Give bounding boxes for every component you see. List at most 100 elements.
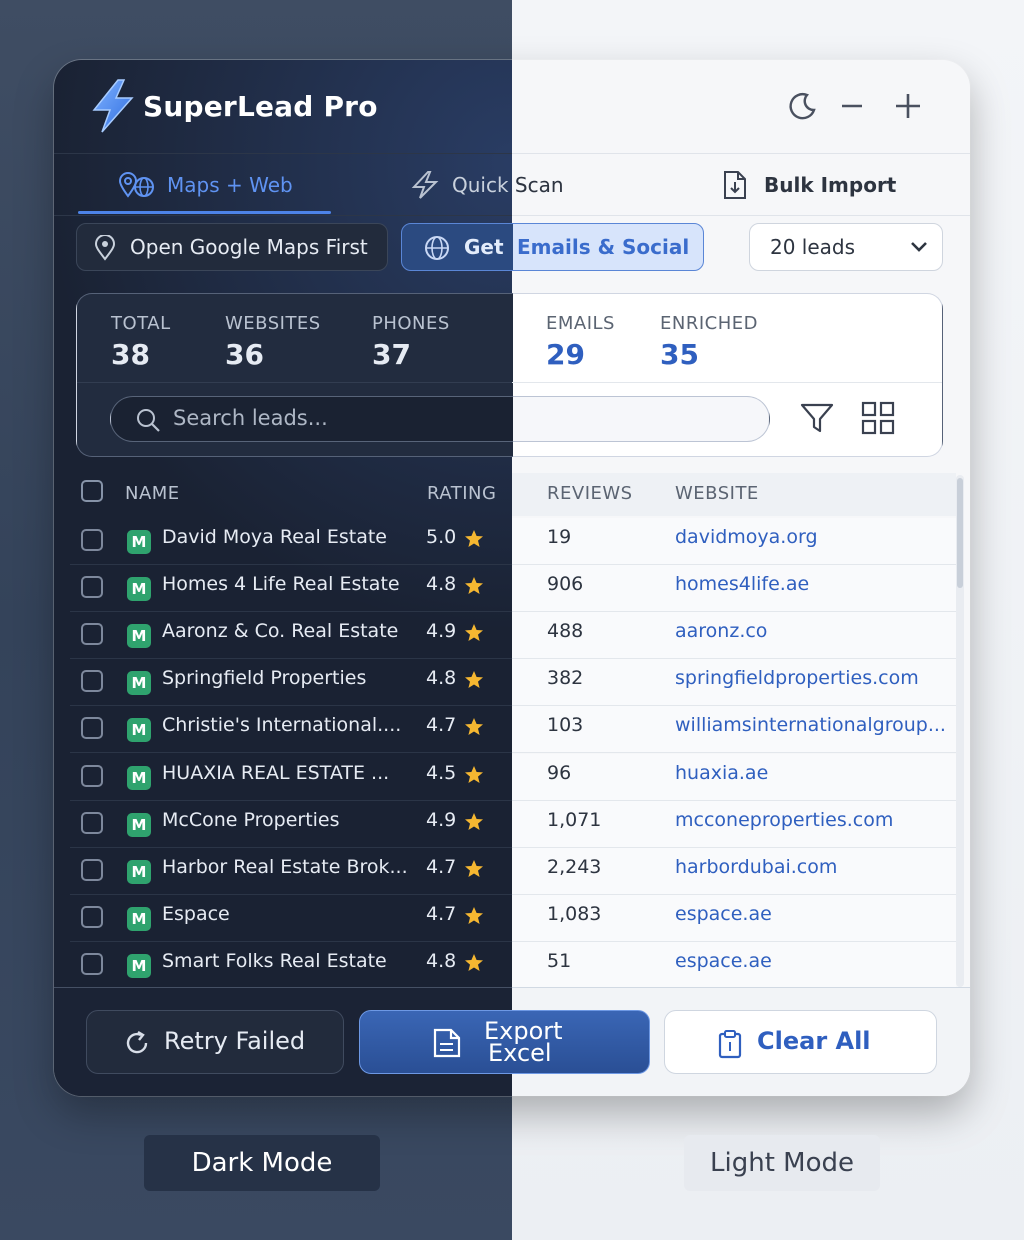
row-checkbox[interactable]	[81, 529, 103, 551]
export-file-icon	[433, 1028, 461, 1058]
minimize-icon[interactable]	[836, 90, 868, 122]
export-excel-button[interactable]: Export Excel	[359, 1010, 650, 1074]
row-name: Espace	[162, 903, 230, 925]
get-emails-label-dark: Get	[464, 235, 504, 259]
grid-view-icon[interactable]	[860, 400, 896, 436]
get-emails-label: Emails & Social	[517, 235, 690, 259]
row-rating: 4.7	[426, 714, 457, 736]
dark-mode-label: Dark Mode	[144, 1135, 380, 1191]
row-checkbox[interactable]	[81, 859, 103, 881]
retry-failed-button[interactable]: Retry Failed	[86, 1010, 344, 1074]
row-reviews: 51	[547, 950, 572, 972]
moon-icon[interactable]	[787, 90, 819, 122]
lightning-icon	[411, 171, 439, 199]
row-rating: 4.8	[426, 573, 457, 595]
row-divider	[70, 658, 512, 659]
row-website-link[interactable]: espace.ae	[675, 950, 772, 972]
row-rating: 4.7	[426, 856, 457, 878]
filter-icon[interactable]	[799, 400, 835, 436]
row-reviews: 906	[547, 573, 584, 595]
row-checkbox[interactable]	[81, 953, 103, 975]
stat-enriched-label: ENRICHED	[660, 313, 758, 334]
leads-count-select[interactable]: 20 leads	[749, 223, 943, 271]
row-checkbox[interactable]	[81, 906, 103, 928]
row-divider	[70, 752, 512, 753]
app-title: SuperLead Pro	[143, 90, 378, 123]
row-rating: 4.8	[426, 667, 457, 689]
maps-source-badge: M	[127, 907, 151, 931]
clipboard-icon	[718, 1030, 742, 1059]
star-icon	[465, 813, 483, 830]
refresh-icon	[126, 1030, 148, 1054]
row-checkbox[interactable]	[81, 623, 103, 645]
star-icon	[465, 624, 483, 641]
export-excel-label-line2: Excel	[488, 1039, 552, 1067]
tab-quick-scan-light-label: Quick Scan	[512, 173, 564, 197]
pin-icon[interactable]	[892, 90, 924, 122]
tab-bulk-import[interactable]: Bulk Import	[764, 173, 896, 197]
row-reviews: 1,071	[547, 809, 602, 831]
clear-all-label: Clear All	[757, 1027, 871, 1055]
search-placeholder: Search leads...	[173, 406, 328, 430]
row-name: Christie's International....	[162, 714, 402, 736]
row-rating: 4.9	[426, 809, 457, 831]
tab-maps-web[interactable]: Maps + Web	[167, 173, 293, 197]
row-website-link[interactable]: aaronz.co	[675, 620, 767, 642]
get-emails-button[interactable]: Get Emails & Social	[401, 223, 704, 271]
row-name: Harbor Real Estate Brok...	[162, 856, 408, 878]
col-header-reviews[interactable]: REVIEWS	[547, 483, 633, 504]
row-reviews: 2,243	[547, 856, 602, 878]
stat-emails-label: EMAILS	[546, 313, 615, 334]
row-website-link[interactable]: williamsinternationalgroup...	[675, 714, 946, 736]
light-mode-text: Light Mode	[710, 1148, 854, 1178]
maps-source-badge: M	[127, 860, 151, 884]
col-header-name[interactable]: NAME	[125, 483, 180, 504]
row-website-link[interactable]: springfieldproperties.com	[675, 667, 919, 689]
active-tab-indicator	[78, 211, 331, 214]
row-name: McCone Properties	[162, 809, 340, 831]
row-website-link[interactable]: davidmoya.org	[675, 526, 818, 548]
row-website-link[interactable]: homes4life.ae	[675, 573, 809, 595]
row-checkbox[interactable]	[81, 670, 103, 692]
maps-source-badge: M	[127, 954, 151, 978]
row-website-link[interactable]: mcconeproperties.com	[675, 809, 893, 831]
row-checkbox[interactable]	[81, 812, 103, 834]
row-website-link[interactable]: harbordubai.com	[675, 856, 837, 878]
row-divider	[70, 941, 512, 942]
header-divider	[54, 153, 512, 154]
header-divider-light	[512, 153, 970, 154]
row-website-link[interactable]: espace.ae	[675, 903, 772, 925]
col-header-rating[interactable]: RATING	[427, 483, 496, 504]
col-header-website[interactable]: WEBSITE	[675, 483, 759, 504]
lightning-logo-icon	[92, 79, 134, 133]
stat-enriched-value: 35	[660, 338, 699, 371]
maps-source-badge: M	[127, 766, 151, 790]
row-checkbox[interactable]	[81, 765, 103, 787]
tabs-divider-light	[512, 215, 970, 216]
row-divider	[70, 611, 512, 612]
stats-divider	[77, 382, 512, 383]
open-maps-button[interactable]: Open Google Maps First	[76, 223, 388, 271]
row-checkbox[interactable]	[81, 717, 103, 739]
row-rating: 4.5	[426, 762, 457, 784]
search-input[interactable]: Search leads...	[110, 396, 770, 442]
maps-source-badge: M	[127, 624, 151, 648]
row-checkbox[interactable]	[81, 576, 103, 598]
row-name: Springfield Properties	[162, 667, 367, 689]
row-divider	[70, 564, 512, 565]
row-website-link[interactable]: huaxia.ae	[675, 762, 768, 784]
star-icon	[465, 860, 483, 877]
stat-phones-value: 37	[372, 338, 411, 371]
select-all-checkbox[interactable]	[81, 480, 103, 502]
tab-quick-scan-light-part: Quick Scan	[512, 168, 572, 202]
leads-count-value: 20 leads	[770, 235, 856, 259]
row-rating: 5.0	[426, 526, 457, 548]
light-mode-label: Light Mode	[684, 1135, 880, 1191]
map-pin-icon	[94, 235, 116, 261]
clear-all-button[interactable]: Clear All	[664, 1010, 937, 1074]
stat-total-label: TOTAL	[111, 313, 171, 334]
row-divider	[70, 800, 512, 801]
globe-icon	[425, 236, 449, 260]
scrollbar-thumb[interactable]	[957, 478, 963, 588]
stats-divider-light	[512, 382, 942, 383]
